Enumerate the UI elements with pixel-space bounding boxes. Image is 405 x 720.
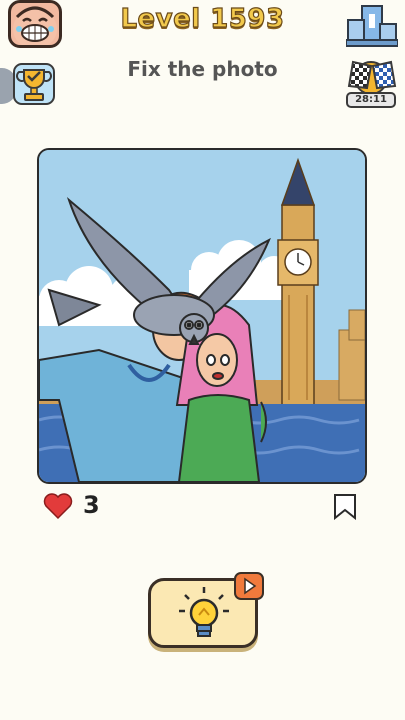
race-button[interactable]: 28:11	[343, 56, 399, 110]
podium-icon	[345, 5, 399, 47]
play-video-icon	[244, 577, 257, 595]
race-timer: 28:11	[346, 92, 396, 108]
likes-count: 3	[83, 491, 100, 519]
photo-illustration	[39, 150, 365, 482]
bookmark-icon[interactable]	[333, 493, 357, 520]
checkered-flags-icon	[347, 60, 397, 95]
watch-video-badge[interactable]	[234, 572, 264, 600]
leaderboard-button[interactable]	[345, 0, 399, 48]
level-title: Level 1593	[120, 3, 285, 34]
lightbulb-icon	[179, 587, 229, 637]
heart-icon[interactable]	[43, 492, 73, 520]
photo-frame[interactable]	[37, 148, 367, 484]
